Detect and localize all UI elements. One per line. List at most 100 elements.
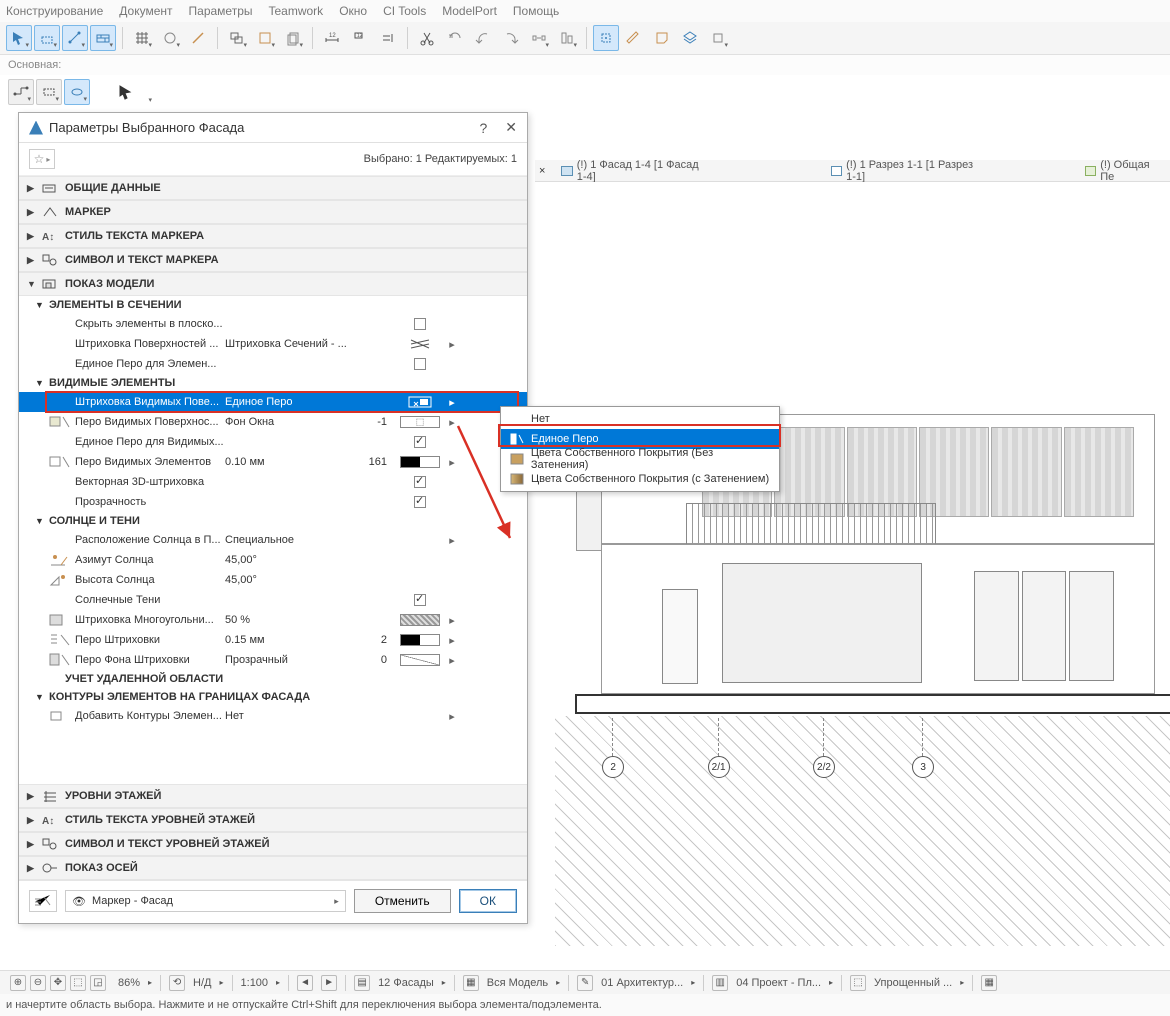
row-uniform-pen-visible[interactable]: Единое Перо для Видимых... [19,432,527,452]
view-set[interactable]: 12 Фасады [378,977,434,989]
tool-measure[interactable] [62,25,88,51]
row-polygon-fill[interactable]: Штриховка Многоугольни...50 %▸ [19,610,527,630]
zoom-tool-icon[interactable]: ◲ [90,975,106,991]
tool-arrow[interactable] [6,25,32,51]
close-button[interactable]: ✕ [505,119,517,136]
section-story-symbol[interactable]: ▶СИМВОЛ И ТЕКСТ УРОВНЕЙ ЭТАЖЕЙ [19,832,527,856]
tool-align[interactable] [554,25,580,51]
info-tool-3[interactable] [64,79,90,105]
row-fill-pen[interactable]: Перо Штриховки0.15 мм2▸ [19,630,527,650]
tool-dim[interactable]: 12 [319,25,345,51]
popup-item-uniform-pen[interactable]: Единое Перо [501,429,779,449]
project-combo[interactable]: 04 Проект - Пл... [736,977,821,989]
menu-item[interactable]: Окно [339,4,367,18]
tool-favorites[interactable] [649,25,675,51]
row-fill-bg-pen[interactable]: Перо Фона ШтриховкиПрозрачный0▸ [19,650,527,670]
popup-item-own-colors-shaded[interactable]: Цвета Собственного Покрытия (с Затенение… [501,469,779,489]
tool-wall[interactable] [90,25,116,51]
section-marker-symbol[interactable]: ▶СИМВОЛ И ТЕКСТ МАРКЕРА [19,248,527,272]
info-cursor[interactable] [112,79,138,105]
subheader-boundary-contours[interactable]: ▼КОНТУРЫ ЭЛЕМЕНТОВ НА ГРАНИЦАХ ФАСАДА [19,688,527,706]
menu-item[interactable]: Помощь [513,4,559,18]
info-cursor-mode[interactable] [140,79,154,105]
row-sun-altitude[interactable]: Высота Солнца45,00° [19,570,527,590]
menu-item[interactable]: Документ [119,4,172,18]
section-marker-text-style[interactable]: ▶A↕СТИЛЬ ТЕКСТА МАРКЕРА [19,224,527,248]
tool-magic-wand[interactable] [593,25,619,51]
section-marker[interactable]: ▶МАРКЕР [19,200,527,224]
tool-cut[interactable] [414,25,440,51]
zoom-tool-icon[interactable]: ⬚ [70,975,86,991]
info-tool-2[interactable] [36,79,62,105]
popup-item-none[interactable]: Нет [501,409,779,429]
scale-value[interactable]: 1:100 [241,977,269,989]
section-model-display[interactable]: ▼ПОКАЗ МОДЕЛИ [19,272,527,296]
tool-layers[interactable] [677,25,703,51]
layer-icon-button[interactable] [29,890,57,912]
menu-item[interactable]: Конструирование [6,4,103,18]
row-visible-element-pen[interactable]: Перо Видимых Элементов0.10 мм161▸ [19,452,527,472]
subheader-sun-shadow[interactable]: ▼СОЛНЦЕ И ТЕНИ [19,512,527,530]
renovation-combo[interactable]: Упрощенный ... [874,977,952,989]
row-add-contours[interactable]: Добавить Контуры Элемен...Нет▸ [19,706,527,726]
tool-snap[interactable] [157,25,183,51]
row-surface-fill-cut[interactable]: Штриховка Поверхностей ...Штриховка Сече… [19,334,527,354]
section-grid-display[interactable]: ▶ПОКАЗ ОСЕЙ [19,856,527,880]
tool-windows[interactable] [224,25,250,51]
nav-next-icon[interactable]: ► [321,975,337,991]
row-visible-surface-pen[interactable]: Перо Видимых Поверхнос...Фон Окна-1⬚▸ [19,412,527,432]
tool-grid[interactable] [129,25,155,51]
nav-prev-icon[interactable]: ◄ [297,975,313,991]
subheader-visible-elements[interactable]: ▼ВИДИМЫЕ ЭЛЕМЕНТЫ [19,374,527,392]
section-story-levels[interactable]: ▶УРОВНИ ЭТАЖЕЙ [19,784,527,808]
tool-edit[interactable] [621,25,647,51]
menu-item[interactable]: CI Tools [383,4,426,18]
tool-extra[interactable] [705,25,731,51]
tool-label[interactable]: 12 [347,25,373,51]
menu-item[interactable]: ModelPort [442,4,497,18]
section-general[interactable]: ▶ОБЩИЕ ДАННЫЕ [19,176,527,200]
row-sun-position[interactable]: Расположение Солнца в П...Специальное▸ [19,530,527,550]
tool-guide[interactable] [185,25,211,51]
help-button[interactable]: ? [479,120,487,136]
cancel-button[interactable]: Отменить [354,889,451,913]
misc-icon[interactable]: ▦ [981,975,997,991]
view-tab[interactable]: (!) 1 Фасад 1-4 [1 Фасад 1-4] [553,160,718,181]
rotate-icon[interactable]: ⟲ [169,975,185,991]
view-tab[interactable]: (!) 1 Разрез 1-1 [1 Разрез 1-1] [823,160,993,181]
row-sun-shadows[interactable]: Солнечные Тени [19,590,527,610]
tool-reference[interactable] [280,25,306,51]
view-tab[interactable]: (!) Общая Пе [1077,160,1170,181]
zoom-tool-icon[interactable]: ⊕ [10,975,26,991]
row-transparency[interactable]: Прозрачность [19,492,527,512]
subheader-removed-area[interactable]: УЧЕТ УДАЛЕННОЙ ОБЛАСТИ [19,670,527,688]
tool-suspend[interactable] [442,25,468,51]
tool-level-dim[interactable] [375,25,401,51]
row-vector-3d-hatching[interactable]: Векторная 3D-штриховка [19,472,527,492]
tool-marquee[interactable] [34,25,60,51]
section-story-text-style[interactable]: ▶A↕СТИЛЬ ТЕКСТА УРОВНЕЙ ЭТАЖЕЙ [19,808,527,832]
layer-dropdown[interactable]: 👁 Маркер - Фасад ▸ [65,890,346,912]
popup-item-own-colors-flat[interactable]: Цвета Собственного Покрытия (Без Затенен… [501,449,779,469]
row-uniform-pen-cut[interactable]: Единое Перо для Элемен... [19,354,527,374]
tool-distribute[interactable] [526,25,552,51]
favorites-button[interactable]: ☆▸ [29,149,55,169]
tool-redo[interactable] [498,25,524,51]
zoom-value[interactable]: 86% [118,977,140,989]
menu-item[interactable]: Параметры [189,4,253,18]
drawing-canvas[interactable]: 2 2/1 2/2 3 4 [535,182,1170,976]
layer-combo[interactable]: 01 Архитектур... [601,977,683,989]
zoom-tool-icon[interactable]: ⊖ [30,975,46,991]
tool-undo[interactable] [470,25,496,51]
menu-item[interactable]: Teamwork [269,4,324,18]
ok-button[interactable]: ОК [459,889,517,913]
subheader-cut-elements[interactable]: ▼ЭЛЕМЕНТЫ В СЕЧЕНИИ [19,296,527,314]
info-tool-1[interactable] [8,79,34,105]
tab-close-icon[interactable]: × [535,165,549,177]
model-filter[interactable]: Вся Модель [487,977,548,989]
row-hide-cut[interactable]: Скрыть элементы в плоско... [19,314,527,334]
row-sun-azimuth[interactable]: Азимут Солнца45,00° [19,550,527,570]
tool-trace[interactable] [252,25,278,51]
row-visible-surface-fill[interactable]: Штриховка Видимых Пове...Единое Перо▸ [19,392,527,412]
zoom-tool-icon[interactable]: ✥ [50,975,66,991]
